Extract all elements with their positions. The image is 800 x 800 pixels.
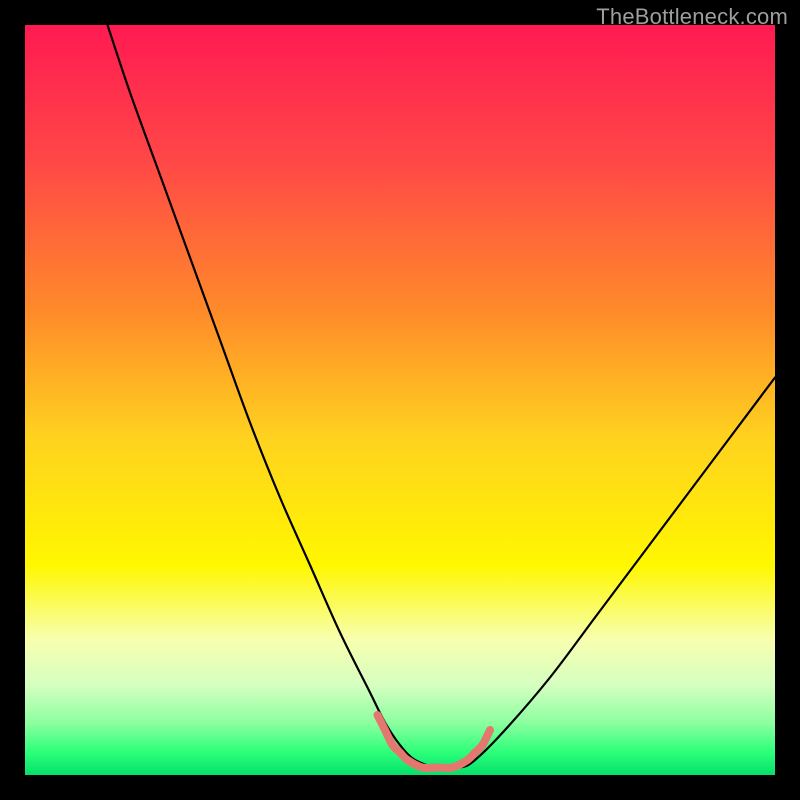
gradient-background xyxy=(25,25,775,775)
bottleneck-chart xyxy=(25,25,775,775)
watermark-text: TheBottleneck.com xyxy=(596,4,788,30)
chart-frame xyxy=(25,25,775,775)
